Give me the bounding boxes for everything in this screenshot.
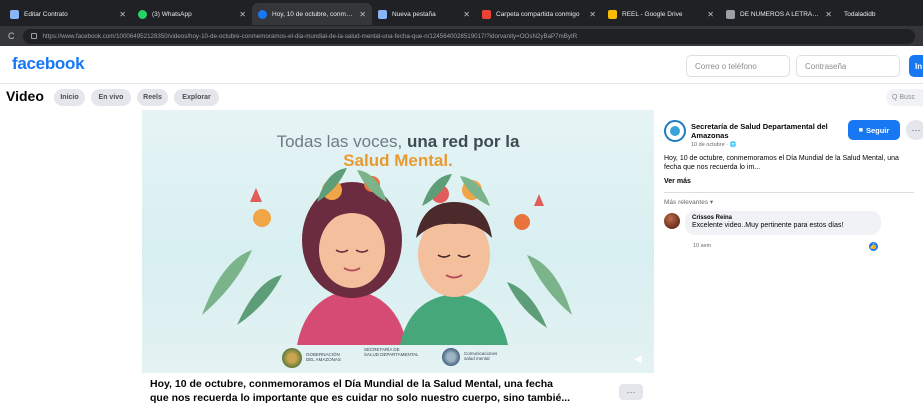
tab-explorar[interactable]: Explorar — [174, 89, 219, 106]
follow-label: Seguir — [865, 125, 890, 135]
tab-label: (3) WhatsApp — [152, 10, 192, 18]
tab-inicio[interactable]: Inicio — [54, 89, 85, 106]
volume-icon[interactable]: ◀ — [634, 354, 642, 365]
post-description: Hoy, 10 de octubre, conmemoramos el Día … — [664, 155, 899, 171]
reload-icon[interactable]: C — [8, 31, 15, 41]
tab-reels[interactable]: Reels — [137, 89, 168, 106]
comment-text: Excelente video..Muy pertinente para est… — [692, 222, 844, 229]
post-side-panel: Secretaría de Salud Departamental del Am… — [654, 110, 923, 410]
caption-line: Hoy, 10 de octubre, conmemoramos el Día … — [150, 378, 553, 390]
man-figure — [400, 174, 508, 345]
email-field[interactable]: Correo o teléfono — [686, 55, 790, 77]
tab-label: Editar Contrato — [24, 10, 68, 18]
login-button[interactable]: In — [909, 55, 923, 77]
video-player[interactable]: Todas las voces, una red por la Salud Me… — [142, 110, 654, 373]
close-icon[interactable]: ✕ — [463, 10, 470, 19]
tab-label: Hoy, 10 de octubre, conmem — [272, 10, 354, 18]
seal-icon — [282, 348, 302, 368]
tab-label: Nueva pestaña — [392, 10, 436, 18]
close-icon[interactable]: ✕ — [359, 10, 366, 19]
tab-nueva-pestana[interactable]: Nueva pestaña ✕ — [372, 3, 476, 25]
facebook-logo[interactable]: facebook — [12, 54, 85, 74]
close-icon[interactable]: ✕ — [707, 10, 714, 19]
comment-sort-dropdown[interactable]: Más relevantes ▾ — [664, 198, 713, 206]
illustration-image — [202, 168, 572, 345]
close-icon[interactable]: ✕ — [825, 10, 832, 19]
tab-editar-contrato[interactable]: Editar Contrato ✕ — [4, 3, 132, 25]
close-icon[interactable]: ✕ — [119, 10, 126, 19]
page-avatar[interactable] — [664, 120, 686, 142]
tab-label: Carpeta compartida conmigo — [496, 10, 580, 18]
doc-icon — [726, 9, 735, 19]
post-date[interactable]: 10 de octubre · 🌐 — [691, 142, 736, 148]
lock-icon — [30, 33, 37, 39]
newtab-icon — [378, 9, 387, 19]
facebook-icon — [258, 9, 267, 19]
grid-icon — [10, 9, 19, 19]
password-field[interactable]: Contraseña — [796, 55, 900, 77]
more-icon[interactable]: ··· — [906, 120, 923, 140]
facebook-header: facebook Correo o teléfono Contraseña In — [0, 46, 923, 84]
tab-todaladidb[interactable]: Todaladidb — [838, 3, 900, 25]
tab-whatsapp[interactable]: (3) WhatsApp ✕ — [132, 3, 252, 25]
tab-label: REEL - Google Drive — [622, 10, 683, 18]
tab-carpeta-compartida[interactable]: Carpeta compartida conmigo ✕ — [476, 3, 602, 25]
url-text: https://www.facebook.com/100064952128350… — [42, 32, 578, 40]
tab-google-drive[interactable]: REEL - Google Drive ✕ — [602, 3, 720, 25]
caption-line: que nos recuerda lo importante que es cu… — [150, 392, 571, 404]
drive-icon — [608, 9, 617, 19]
comunicaciones-logo: Comunicaciones salud mental — [442, 348, 497, 366]
divider — [664, 192, 914, 193]
sponsor-logos: GOBERNACIÓN DEL AMAZONAS SECRETARÍA DE SAL… — [142, 342, 654, 373]
address-bar: C https://www.facebook.com/1000649521283… — [0, 26, 923, 46]
video-nav: Video Inicio En vivo Reels Explorar Q Bu… — [0, 84, 923, 110]
whatsapp-icon — [138, 9, 147, 19]
follow-button[interactable]: ■ Seguir — [848, 120, 900, 140]
page-name[interactable]: Secretaría de Salud Departamental del Am… — [691, 122, 841, 140]
tab-label: DE NUMEROS A LETRAS - E... — [740, 10, 819, 18]
like-icon: 👍 — [869, 242, 878, 251]
follow-icon: ■ — [858, 126, 863, 134]
see-more-link[interactable]: Ver más — [664, 178, 691, 185]
gmail-icon — [482, 9, 491, 19]
avatar[interactable] — [664, 213, 680, 229]
comment-time[interactable]: 10 sem — [693, 243, 711, 249]
comment-author[interactable]: Crissos Reina — [692, 215, 874, 221]
close-icon[interactable]: ✕ — [589, 10, 596, 19]
url-field[interactable]: https://www.facebook.com/100064952128350… — [22, 28, 915, 44]
browser-tab-strip: Editar Contrato ✕ (3) WhatsApp ✕ Hoy, 10… — [0, 0, 923, 26]
tab-numeros-letras[interactable]: DE NUMEROS A LETRAS - E... ✕ — [720, 3, 838, 25]
comment-bubble: Crissos Reina Excelente video..Muy perti… — [685, 211, 881, 235]
seal-icon — [442, 348, 460, 366]
tab-facebook-video[interactable]: Hoy, 10 de octubre, conmem ✕ — [252, 3, 372, 25]
more-options-button[interactable]: ··· — [619, 384, 643, 400]
post-caption: Hoy, 10 de octubre, conmemoramos el Día … — [150, 377, 602, 405]
close-icon[interactable]: ✕ — [239, 10, 246, 19]
tab-label: Todaladidb — [844, 10, 876, 18]
tab-en-vivo[interactable]: En vivo — [91, 89, 131, 106]
woman-figure — [297, 168, 407, 345]
search-input[interactable]: Q Busc — [886, 89, 923, 106]
secretaria-logo: SECRETARÍA DE SALUD DEPARTAMENTAL — [364, 347, 419, 357]
page-title: Video — [6, 88, 44, 104]
gobernacion-logo: GOBERNACIÓN DEL AMAZONAS — [282, 348, 341, 368]
